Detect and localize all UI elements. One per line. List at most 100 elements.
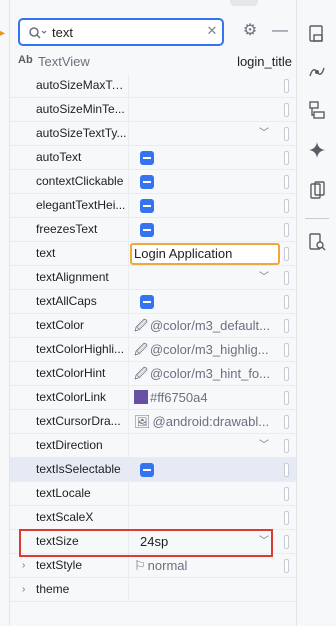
flag-icon[interactable]: ⚐ xyxy=(134,558,146,573)
resource-value: @color/m3_default... xyxy=(149,318,271,333)
column-divider xyxy=(128,314,129,338)
clear-icon[interactable]: ✕ xyxy=(204,23,220,41)
chevron-right-icon[interactable]: › xyxy=(22,554,34,577)
attribute-value[interactable]: #ff6750a4 xyxy=(134,386,280,409)
attribute-value[interactable]: 🖉 @color/m3_hint_fo... xyxy=(134,362,280,385)
attribute-row[interactable]: contextClickable xyxy=(10,170,296,194)
search-box[interactable]: ✕ xyxy=(18,18,224,46)
binding-handle-icon[interactable] xyxy=(284,175,289,189)
device-icon[interactable] xyxy=(305,180,329,204)
pipette-icon[interactable]: 🖉 xyxy=(134,366,148,381)
palette-icon[interactable] xyxy=(305,24,329,48)
attribute-row[interactable]: textAlignment ﹀ xyxy=(10,266,296,290)
binding-handle-icon[interactable] xyxy=(284,247,289,261)
attribute-name: textAllCaps xyxy=(36,294,97,308)
attribute-row[interactable]: textColorHighli... 🖉 @color/m3_highlig... xyxy=(10,338,296,362)
component-id: login_title xyxy=(237,54,292,69)
attribute-row[interactable]: textAllCaps xyxy=(10,290,296,314)
binding-handle-icon[interactable] xyxy=(284,487,289,501)
binding-handle-icon[interactable] xyxy=(284,79,289,93)
pipette-icon[interactable]: 🖉 xyxy=(134,318,148,333)
column-divider xyxy=(128,386,129,410)
binding-handle-icon[interactable] xyxy=(284,151,289,165)
text-value-input[interactable]: Login Application xyxy=(130,243,280,265)
attribute-row[interactable]: autoSizeTextTy... ﹀ xyxy=(10,122,296,146)
attribute-value[interactable]: 🖉 @color/m3_default... xyxy=(134,314,280,337)
ai-sparkle-icon[interactable] xyxy=(305,140,329,164)
search-row: ✕ ⚙ — xyxy=(18,18,288,46)
top-tab-edge xyxy=(230,0,258,6)
indeterminate-checkbox[interactable] xyxy=(140,175,154,189)
column-divider xyxy=(128,194,129,218)
binding-handle-icon[interactable] xyxy=(284,439,289,453)
attribute-row[interactable]: autoSizeMaxTe... xyxy=(10,74,296,98)
chevron-down-icon[interactable]: ﹀ xyxy=(256,268,272,288)
gear-icon[interactable]: ⚙ xyxy=(240,21,260,41)
attribute-row[interactable]: freezesText xyxy=(10,218,296,242)
toolbar-separator xyxy=(305,218,329,219)
resource-value: @color/m3_highlig... xyxy=(149,342,269,357)
attribute-row[interactable]: textColorLink #ff6750a4 xyxy=(10,386,296,410)
binding-handle-icon[interactable] xyxy=(284,559,289,573)
color-swatch[interactable] xyxy=(134,390,148,404)
component-tree-icon[interactable] xyxy=(305,100,329,124)
attribute-row[interactable]: textColor 🖉 @color/m3_default... xyxy=(10,314,296,338)
chevron-down-icon[interactable]: ﹀ xyxy=(256,124,272,144)
binding-handle-icon[interactable] xyxy=(284,535,289,549)
attribute-row[interactable]: › textStyle ⚐ normal xyxy=(10,554,296,578)
binding-handle-icon[interactable] xyxy=(284,103,289,117)
binding-handle-icon[interactable] xyxy=(284,343,289,357)
attribute-name: autoText xyxy=(36,150,82,164)
indeterminate-checkbox[interactable] xyxy=(140,151,154,165)
attribute-row[interactable]: textColorHint 🖉 @color/m3_hint_fo... xyxy=(10,362,296,386)
column-divider xyxy=(128,170,129,194)
binding-handle-icon[interactable] xyxy=(284,463,289,477)
attribute-row[interactable]: › theme xyxy=(10,578,296,602)
binding-handle-icon[interactable] xyxy=(284,295,289,309)
binding-handle-icon[interactable] xyxy=(284,319,289,333)
pipette-icon[interactable]: 🖉 xyxy=(134,342,148,357)
attribute-row[interactable]: autoText xyxy=(10,146,296,170)
chevron-right-icon[interactable]: › xyxy=(22,578,34,601)
column-divider xyxy=(128,578,129,602)
binding-handle-icon[interactable] xyxy=(284,199,289,213)
attribute-name: text xyxy=(36,246,56,260)
indeterminate-checkbox[interactable] xyxy=(140,223,154,237)
search-icon xyxy=(28,25,48,41)
attribute-row-selected[interactable]: textIsSelectable xyxy=(10,458,296,482)
binding-handle-icon[interactable] xyxy=(284,391,289,405)
binding-handle-icon[interactable] xyxy=(284,367,289,381)
indeterminate-checkbox[interactable] xyxy=(140,463,154,477)
motion-icon[interactable] xyxy=(305,62,329,86)
indeterminate-checkbox[interactable] xyxy=(140,199,154,213)
attribute-row[interactable]: textLocale xyxy=(10,482,296,506)
attribute-row[interactable]: textDirection ﹀ xyxy=(10,434,296,458)
column-divider xyxy=(128,362,129,386)
attribute-row[interactable]: autoSizeMinTe... xyxy=(10,98,296,122)
image-icon[interactable]: 🖼 xyxy=(134,414,151,429)
search-input[interactable] xyxy=(52,23,192,41)
component-type: TextView xyxy=(38,54,90,69)
binding-handle-icon[interactable] xyxy=(284,415,289,429)
attribute-name: textDirection xyxy=(36,438,103,452)
binding-handle-icon[interactable] xyxy=(284,223,289,237)
attribute-value[interactable]: 🖉 @color/m3_highlig... xyxy=(134,338,280,361)
attribute-name: textAlignment xyxy=(36,270,109,284)
attribute-row[interactable]: elegantTextHei... xyxy=(10,194,296,218)
indeterminate-checkbox[interactable] xyxy=(140,295,154,309)
binding-handle-icon[interactable] xyxy=(284,511,289,525)
column-divider xyxy=(128,122,129,146)
attribute-row[interactable]: textCursorDra... 🖼 @android:drawabl... xyxy=(10,410,296,434)
attribute-name: textColorLink xyxy=(36,390,107,404)
attribute-name: textIsSelectable xyxy=(36,462,121,476)
binding-handle-icon[interactable] xyxy=(284,271,289,285)
inspect-icon[interactable] xyxy=(305,232,329,256)
chevron-down-icon[interactable]: ﹀ xyxy=(256,436,272,456)
attribute-value[interactable]: 🖼 @android:drawabl... xyxy=(134,410,280,433)
minus-icon[interactable]: — xyxy=(270,21,290,41)
attribute-row[interactable]: textScaleX xyxy=(10,506,296,530)
attribute-row[interactable]: text Login Application xyxy=(10,242,296,266)
attribute-value[interactable]: ⚐ normal xyxy=(134,554,280,577)
binding-handle-icon[interactable] xyxy=(284,127,289,141)
attribute-name: textColorHint xyxy=(36,366,106,380)
